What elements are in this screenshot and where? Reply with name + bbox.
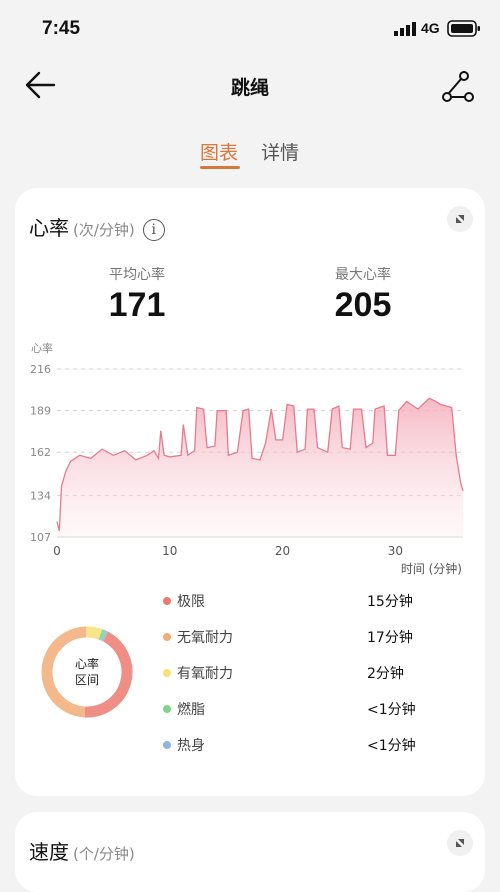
donut-center-label-2: 区间 bbox=[75, 673, 99, 687]
zone-legend-item: 无氧耐力 17分钟 bbox=[163, 627, 463, 647]
speed-card: 速度 (个/分钟) bbox=[15, 812, 485, 892]
zone-duration: 15分钟 bbox=[367, 594, 413, 610]
zone-name: 极限 bbox=[177, 594, 205, 610]
route-share-icon[interactable] bbox=[440, 70, 476, 102]
chart-y-axis-label: 心率 bbox=[31, 341, 53, 355]
heart-rate-area bbox=[57, 398, 463, 537]
y-tick-label: 134 bbox=[30, 489, 51, 502]
chart-x-axis-label: 时间 (分钟) bbox=[401, 561, 462, 576]
y-tick-label: 162 bbox=[30, 446, 51, 459]
zone-duration: 17分钟 bbox=[367, 630, 413, 646]
zone-name: 有氧耐力 bbox=[177, 666, 233, 682]
x-tick-label: 0 bbox=[53, 544, 61, 558]
heart-rate-zone-donut: 心率 区间 bbox=[41, 626, 133, 718]
donut-segment bbox=[98, 629, 107, 641]
heart-rate-unit: (次/分钟) bbox=[73, 221, 135, 239]
y-tick-label: 216 bbox=[30, 363, 51, 376]
status-bar: 7:45 4G bbox=[0, 0, 500, 56]
x-tick-label: 10 bbox=[162, 544, 177, 558]
expand-icon[interactable] bbox=[447, 206, 473, 232]
zone-name: 无氧耐力 bbox=[177, 630, 233, 646]
zone-legend-item: 极限 15分钟 bbox=[163, 591, 463, 611]
zone-color-dot bbox=[163, 597, 171, 605]
max-heart-rate-value: 205 bbox=[334, 286, 392, 324]
speed-title: 速度 (个/分钟) bbox=[29, 836, 135, 865]
zone-name: 热身 bbox=[177, 738, 205, 754]
zone-legend-item: 燃脂 <1分钟 bbox=[163, 699, 463, 719]
donut-segment bbox=[101, 630, 109, 642]
nav-bar: 跳绳 bbox=[0, 60, 500, 110]
heart-rate-card: 心率 (次/分钟) i 平均心率 171 最大心率 205 心率 216 189 162… bbox=[15, 188, 485, 796]
zone-color-dot bbox=[163, 741, 171, 749]
avg-heart-rate-value: 171 bbox=[108, 286, 166, 324]
status-time: 7:45 bbox=[42, 18, 81, 39]
zone-color-dot bbox=[163, 669, 171, 677]
y-tick-label: 189 bbox=[30, 405, 51, 418]
zone-duration: <1分钟 bbox=[367, 738, 416, 754]
zone-color-dot bbox=[163, 705, 171, 713]
page-title: 跳绳 bbox=[230, 77, 269, 99]
heart-rate-title-text: 心率 bbox=[29, 216, 69, 240]
zone-duration: <1分钟 bbox=[367, 702, 416, 718]
donut-segment bbox=[86, 626, 103, 640]
signal-icon bbox=[394, 22, 416, 36]
zone-name: 燃脂 bbox=[177, 702, 205, 718]
avg-heart-rate-label: 平均心率 bbox=[109, 267, 165, 283]
y-tick-label: 107 bbox=[30, 531, 51, 544]
speed-unit: (个/分钟) bbox=[73, 845, 135, 863]
battery-icon bbox=[447, 20, 480, 37]
speed-title-text: 速度 bbox=[29, 840, 69, 864]
zone-duration: 2分钟 bbox=[367, 666, 404, 682]
heart-rate-title: 心率 (次/分钟) i bbox=[29, 212, 165, 241]
zone-color-dot bbox=[163, 633, 171, 641]
donut-segment bbox=[41, 626, 87, 718]
max-heart-rate-label: 最大心率 bbox=[335, 267, 391, 283]
tab-chart[interactable]: 图表 bbox=[200, 138, 238, 165]
tab-bar: 图表 详情 bbox=[0, 136, 500, 176]
zone-legend-item: 有氧耐力 2分钟 bbox=[163, 663, 463, 683]
network-label: 4G bbox=[421, 20, 440, 36]
x-tick-label: 30 bbox=[388, 544, 403, 558]
heart-rate-chart: 心率 216 189 162 134 107 0 10 20 30 时间 (分钟) bbox=[30, 341, 464, 576]
expand-icon[interactable] bbox=[447, 830, 473, 856]
x-tick-label: 20 bbox=[275, 544, 290, 558]
zone-legend-item: 热身 <1分钟 bbox=[163, 735, 463, 755]
info-icon[interactable]: i bbox=[142, 218, 165, 241]
donut-center-label-1: 心率 bbox=[75, 656, 99, 671]
active-tab-indicator bbox=[200, 166, 240, 169]
tab-details[interactable]: 详情 bbox=[261, 138, 299, 165]
